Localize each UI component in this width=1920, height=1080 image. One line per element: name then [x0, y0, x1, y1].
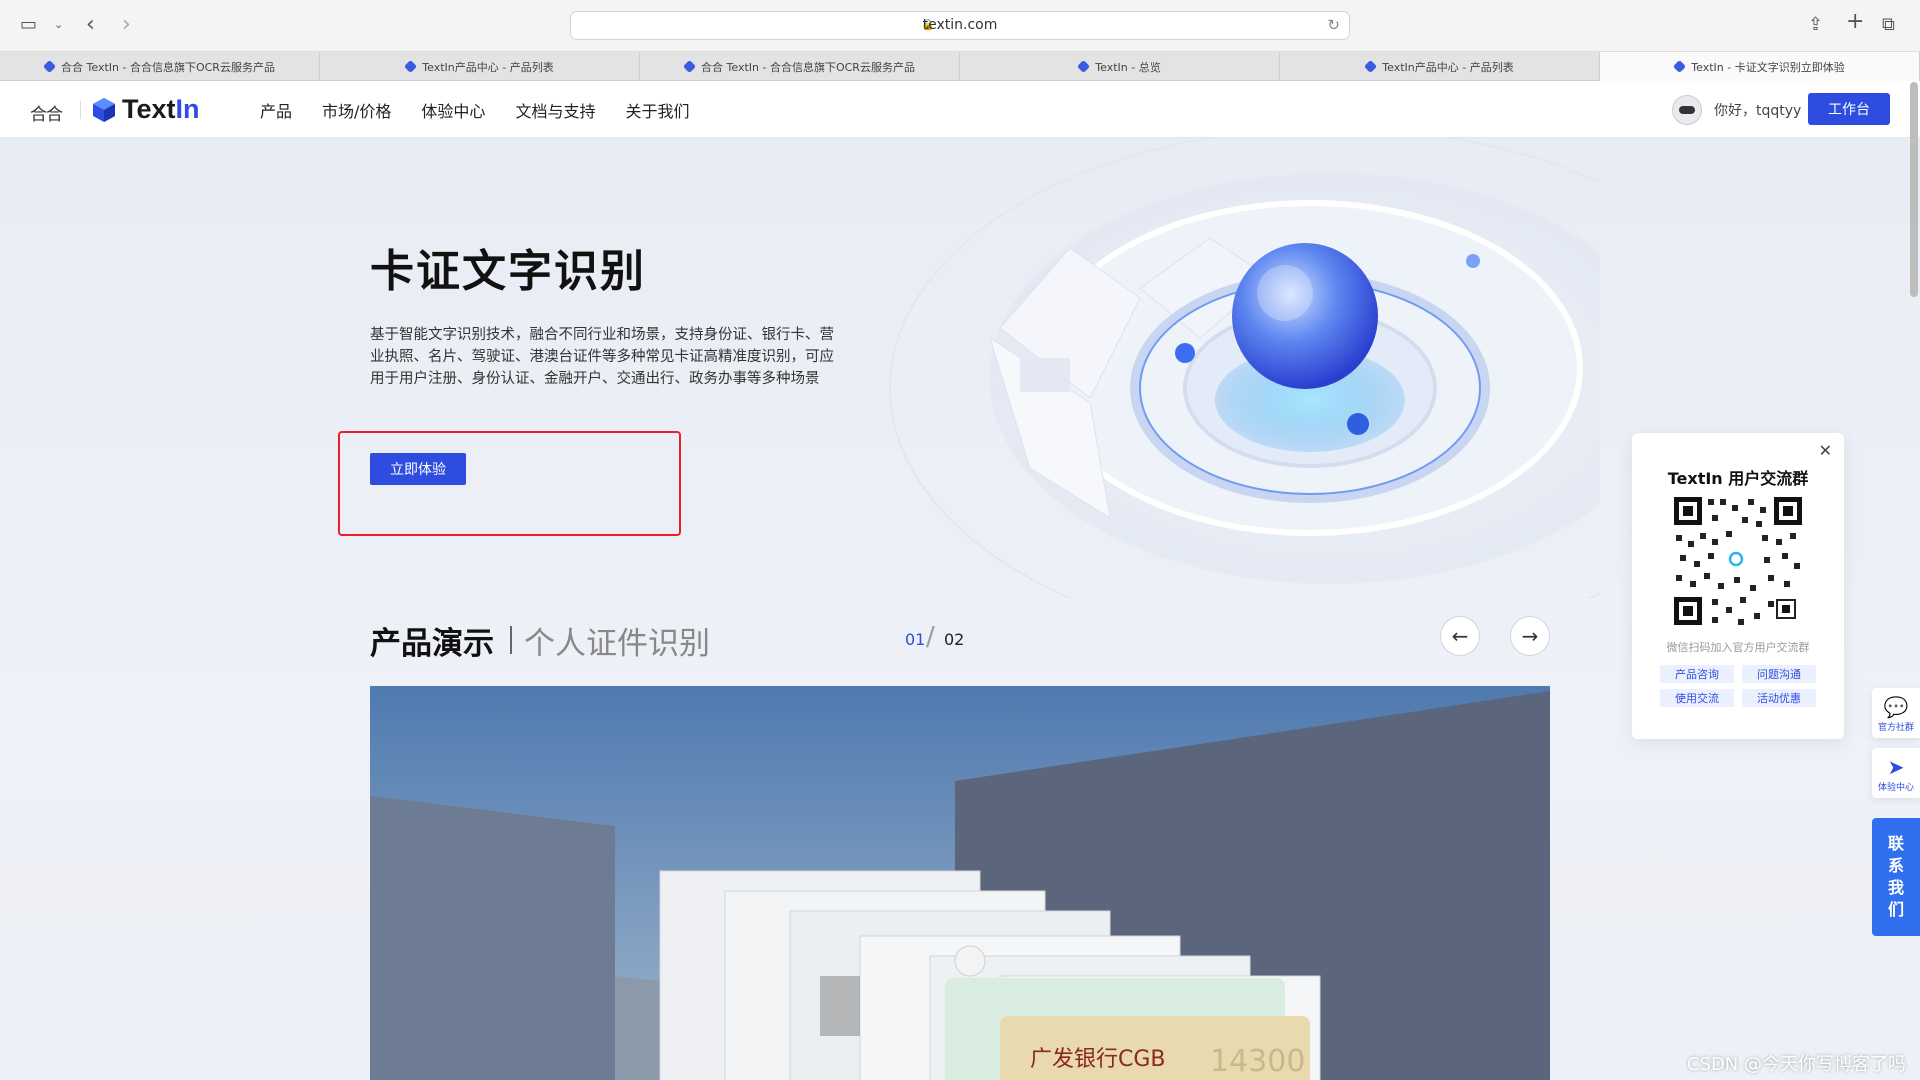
pager-current: 01 — [905, 630, 926, 649]
page-title: 卡证文字识别 — [370, 246, 646, 297]
main-nav: 产品 市场/价格 体验中心 文档与支持 关于我们 — [260, 81, 719, 138]
tag-product-consult[interactable]: 产品咨询 — [1660, 665, 1734, 683]
demo-video[interactable]: 广发银行CGB 14300 — [370, 686, 1550, 1080]
back-icon[interactable]: ‹ — [86, 14, 95, 36]
demo-section-subtitle: 个人证件识别 — [524, 626, 710, 662]
sidebar-toggle-icon[interactable]: ▭ — [20, 14, 37, 36]
prev-slide-button[interactable]: ← — [1440, 616, 1480, 656]
qr-popup: ✕ TextIn 用户交流群 微信扫码加入官方用户交流群 产品咨询 问题沟通 使… — [1632, 433, 1844, 739]
demo-title-divider — [510, 626, 512, 654]
avatar[interactable] — [1672, 95, 1702, 125]
textin-favicon-icon — [1673, 59, 1687, 74]
browser-tab-label: 合合 TextIn - 合合信息旗下OCR云服务产品 — [701, 60, 915, 74]
tag-issue-communication[interactable]: 问题沟通 — [1742, 665, 1816, 683]
site-header: 合合 TextIn 产品 市场/价格 体验中心 文档与支持 关于我们 你好，tq… — [0, 81, 1920, 138]
hehe-logo[interactable]: 合合 — [30, 100, 63, 125]
browser-tab-label: TextIn产品中心 - 产品列表 — [1382, 60, 1514, 74]
browser-tab-label: 合合 TextIn - 合合信息旗下OCR云服务产品 — [61, 60, 275, 74]
browser-tab[interactable]: TextIn产品中心 - 产品列表 — [320, 52, 640, 81]
reload-icon[interactable]: ↻ — [1327, 16, 1340, 34]
new-tab-icon[interactable]: + — [1846, 11, 1864, 33]
textin-logo-icon[interactable] — [92, 97, 116, 123]
textin-favicon-icon — [1077, 59, 1091, 74]
community-float-button[interactable]: 💬 官方社群 — [1872, 688, 1920, 738]
nav-pricing[interactable]: 市场/价格 — [322, 98, 391, 122]
brand-name[interactable]: TextIn — [122, 94, 200, 125]
share-icon[interactable]: ⇪ — [1808, 14, 1823, 36]
tag-promotions[interactable]: 活动优惠 — [1742, 689, 1816, 707]
textin-favicon-icon — [404, 59, 418, 74]
card-bank-name: 广发银行CGB — [1030, 1047, 1166, 1072]
tab-bar: 合合 TextIn - 合合信息旗下OCR云服务产品 TextIn产品中心 - 产… — [0, 52, 1920, 81]
arrow-right-icon: → — [1521, 624, 1539, 648]
browser-tab[interactable]: 合合 TextIn - 合合信息旗下OCR云服务产品 — [640, 52, 960, 81]
try-now-button[interactable]: 立即体验 — [370, 453, 466, 485]
address-bar[interactable]: 🔒 textin.com ↻ — [570, 11, 1350, 40]
paper-plane-icon: ➤ — [1887, 755, 1905, 779]
experience-float-button[interactable]: ➤ 体验中心 — [1872, 748, 1920, 798]
nav-products[interactable]: 产品 — [260, 98, 292, 122]
textin-favicon-icon — [682, 59, 697, 74]
watermark: CSDN @今天你写博客了吗 — [1686, 1054, 1906, 1075]
forward-icon[interactable]: › — [122, 14, 131, 36]
close-icon[interactable]: ✕ — [1819, 441, 1832, 460]
pager-slash: / — [926, 622, 935, 652]
nav-experience-center[interactable]: 体验中心 — [421, 98, 485, 122]
card-number: 14300 — [1210, 1044, 1305, 1079]
browser-toolbar: ▭ ⌄ ‹ › 🔒 textin.com ↻ ⇪ + ⧉ — [0, 0, 1920, 52]
browser-tab-label: TextIn - 卡证文字识别立即体验 — [1691, 60, 1845, 74]
arrow-left-icon: ← — [1451, 624, 1469, 648]
wechat-icon: 💬 — [1883, 695, 1909, 719]
tab-overview-icon[interactable]: ⧉ — [1882, 14, 1895, 36]
url-text: textin.com — [922, 17, 998, 33]
hero-description: 基于智能文字识别技术，融合不同行业和场景，支持身份证、银行卡、营业执照、名片、驾… — [370, 327, 834, 387]
browser-tab[interactable]: TextIn产品中心 - 产品列表 — [1280, 52, 1600, 81]
qr-note: 微信扫码加入官方用户交流群 — [1666, 641, 1810, 654]
demo-section-title: 产品演示 — [370, 626, 494, 662]
textin-favicon-icon — [1364, 59, 1378, 74]
workbench-button[interactable]: 工作台 — [1808, 93, 1890, 125]
hero-illustration — [889, 138, 1600, 598]
chevron-down-icon[interactable]: ⌄ — [54, 14, 63, 36]
browser-tab-label: TextIn产品中心 - 产品列表 — [422, 60, 554, 74]
brand-divider — [80, 101, 81, 119]
browser-tab-label: TextIn - 总览 — [1095, 60, 1161, 74]
nav-docs-support[interactable]: 文档与支持 — [515, 98, 595, 122]
qr-popup-title: TextIn 用户交流群 — [1667, 469, 1809, 488]
browser-tab[interactable]: 合合 TextIn - 合合信息旗下OCR云服务产品 — [0, 52, 320, 81]
nav-about-us[interactable]: 关于我们 — [625, 98, 689, 122]
tag-usage-exchange[interactable]: 使用交流 — [1660, 689, 1734, 707]
contact-us-button[interactable]: 联 系 我 们 — [1872, 818, 1920, 936]
qr-code — [1672, 495, 1804, 627]
next-slide-button[interactable]: → — [1510, 616, 1550, 656]
pager-total: 02 — [944, 630, 965, 649]
textin-favicon-icon — [42, 59, 57, 74]
user-greeting[interactable]: 你好，tqqtyy — [1714, 100, 1801, 120]
browser-tab[interactable]: TextIn - 卡证文字识别立即体验 — [1600, 52, 1920, 81]
browser-tab[interactable]: TextIn - 总览 — [960, 52, 1280, 81]
page-scrollbar[interactable] — [1910, 82, 1918, 297]
